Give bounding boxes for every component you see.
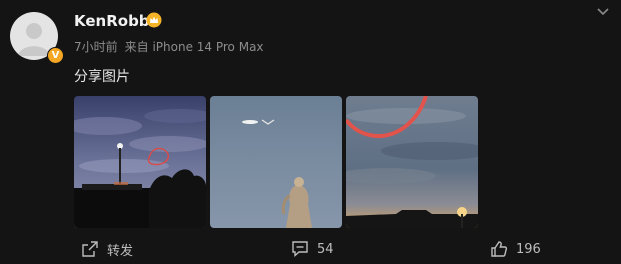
post-image-1[interactable] <box>74 96 206 228</box>
crown-badge-icon <box>146 12 162 28</box>
comment-icon <box>292 241 308 258</box>
username[interactable]: KenRobb <box>74 12 150 30</box>
comment-count: 54 <box>317 241 334 257</box>
post-text: 分享图片 <box>74 69 130 85</box>
post-image-3[interactable] <box>346 96 478 228</box>
comment-button[interactable]: 54 <box>291 239 334 259</box>
verified-badge-icon: V <box>47 47 64 64</box>
post-time[interactable]: 7小时前 <box>74 40 118 54</box>
repost-label: 转发 <box>107 243 134 259</box>
like-count: 196 <box>516 241 541 257</box>
repost-button[interactable]: 转发 <box>81 239 133 259</box>
like-button[interactable]: 196 <box>490 239 541 259</box>
post-meta: 7小时前 来自 iPhone 14 Pro Max <box>74 38 271 55</box>
avatar[interactable]: V <box>10 12 64 64</box>
thumbs-up-icon <box>491 241 508 257</box>
post-source: 来自 iPhone 14 Pro Max <box>124 40 264 54</box>
post-image-2[interactable] <box>210 96 342 228</box>
share-icon <box>82 241 98 257</box>
chevron-down-icon[interactable] <box>596 4 610 18</box>
